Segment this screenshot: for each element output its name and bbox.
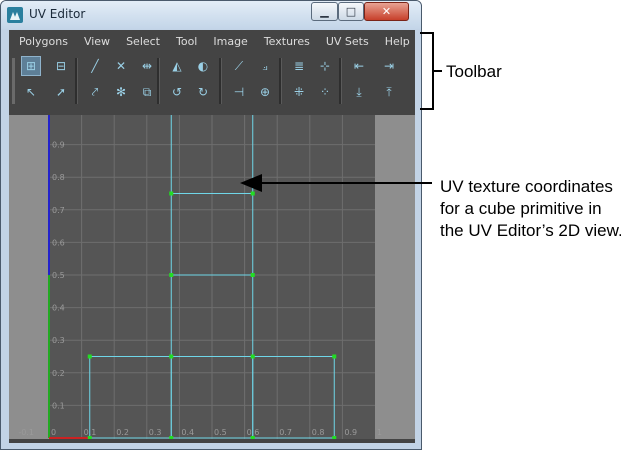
snap-u-icon[interactable]: ⊣ (229, 82, 249, 102)
toolbar-grip[interactable] (12, 58, 15, 104)
align-min-u-icon[interactable]: ⟋ (229, 56, 249, 76)
u-tick-label: 0.9 (344, 428, 357, 437)
toolbar-separator (219, 58, 222, 104)
uv-vertex (250, 354, 255, 359)
toolbar-separator (157, 58, 160, 104)
move-up-icon[interactable]: ⤒ (379, 82, 399, 102)
uv-annotation-line-2: for a cube primitive in (440, 199, 602, 218)
maximize-button[interactable]: □ (338, 2, 364, 21)
split-uv-icon[interactable]: ⇹ (137, 56, 157, 76)
u-tick-label: 0.3 (149, 428, 162, 437)
uv-vertex (87, 436, 92, 439)
uv-vertex (169, 191, 174, 196)
menu-polygons[interactable]: Polygons (9, 35, 76, 48)
menu-textures[interactable]: Textures (256, 35, 318, 48)
uv-vertex (169, 273, 174, 277)
move-right-icon[interactable]: ⇥ (379, 56, 399, 76)
select-shell-icon[interactable]: ➚ (51, 82, 71, 102)
uv-annotation: UV texture coordinates for a cube primit… (440, 176, 621, 242)
window-title: UV Editor (29, 7, 86, 21)
v-tick-label: 0.9 (52, 141, 65, 150)
uv-vertex (169, 436, 174, 439)
menu-uv-sets[interactable]: UV Sets (318, 35, 377, 48)
unfold-uv-icon[interactable]: ✻ (111, 82, 131, 102)
toolbar-separator (279, 58, 282, 104)
v-tick-label: 0.5 (52, 271, 65, 280)
uv-lattice-icon[interactable]: ⊞ (21, 56, 41, 76)
title-bar[interactable]: UV Editor ▁ □ ✕ (1, 1, 421, 29)
menu-view[interactable]: View (76, 35, 118, 48)
distribute-icon[interactable]: ⁜ (289, 82, 309, 102)
uv-vertex (250, 273, 255, 277)
uv-vertex (332, 436, 337, 439)
maya-panel: Polygons View Select Tool Image Textures… (9, 30, 415, 443)
uv-editor-window: UV Editor ▁ □ ✕ Polygons View Select Too… (0, 0, 422, 450)
menu-bar: Polygons View Select Tool Image Textures… (9, 30, 415, 52)
select-uv-icon[interactable]: ↖ (21, 82, 41, 102)
menu-select[interactable]: Select (118, 35, 168, 48)
v-tick-label: 0.7 (52, 206, 65, 215)
smooth-uv-icon[interactable]: ⤤ (85, 82, 105, 102)
cut-uv-icon[interactable]: ╱ (85, 56, 105, 76)
uv-vertex (250, 191, 255, 196)
menu-help[interactable]: Help (377, 35, 418, 48)
u-tick-label: 0.2 (116, 428, 129, 437)
u-tick-label: -0.1 (18, 428, 34, 437)
straighten-uv-icon[interactable]: ⟓ (255, 56, 275, 76)
u-tick-label: 1 (377, 428, 382, 437)
uv-2d-view[interactable]: 0.9 0.8 0.7 0.6 0.5 0.4 0.3 0.2 0.1 -0.1 0 0.1 0.2 0.… (9, 115, 415, 439)
v-tick-label: 0.2 (52, 369, 65, 378)
uv-toolbar: ⊞ ⊟ ╱ ✕ ⇹ ◭ ◐ ⟋ ⟓ ≣ ⊹ ⇤ ⇥ ↖ ➚ ⤤ ✻ ⧉ ↺ ↻ ⊣ ⊕ ⁜ ⁘ ⤓ ⤒ (9, 52, 415, 110)
v-tick-label: 0.1 (52, 401, 65, 410)
u-tick-label: 0.4 (181, 428, 194, 437)
toolbar-annotation: Toolbar (446, 62, 502, 81)
uv-smudge-icon[interactable]: ⊟ (51, 56, 71, 76)
u-tick-label: 0.5 (214, 428, 227, 437)
snap-center-icon[interactable]: ⊕ (255, 82, 275, 102)
layout-uv-icon[interactable]: ≣ (289, 56, 309, 76)
close-button[interactable]: ✕ (364, 2, 409, 21)
u-tick-label: 0.7 (279, 428, 292, 437)
rotate-cw-icon[interactable]: ↻ (193, 82, 213, 102)
annotation-arrow-line (262, 182, 432, 184)
u-tick-label: 0.8 (312, 428, 325, 437)
toolbar-separator (339, 58, 342, 104)
move-down-icon[interactable]: ⤓ (349, 82, 369, 102)
maya-app-icon (7, 7, 23, 23)
uv-annotation-line-3: the UV Editor’s 2D view. (440, 221, 621, 240)
menu-image[interactable]: Image (205, 35, 255, 48)
toolbar-bracket (420, 32, 434, 110)
normalize-uv-icon[interactable]: ⧉ (137, 82, 157, 102)
v-tick-label: 0.4 (52, 304, 65, 313)
rotate-ccw-icon[interactable]: ↺ (167, 82, 187, 102)
move-left-icon[interactable]: ⇤ (349, 56, 369, 76)
minimize-button[interactable]: ▁ (311, 2, 338, 21)
uv-annotation-line-1: UV texture coordinates (440, 177, 613, 196)
uv-vertex (250, 436, 255, 439)
uv-vertex (87, 354, 92, 359)
delete-uv-icon[interactable]: ✕ (111, 56, 131, 76)
uv-grid-canvas[interactable]: 0.90.80.70.60.50.40.30.20.1-0.1 0 0.1 0.2 0.… (9, 115, 415, 439)
uv-vertex (169, 354, 174, 359)
u-tick-label: 0 (51, 428, 56, 437)
v-tick-label: 0.6 (52, 238, 65, 247)
v-tick-label: 0.3 (52, 336, 65, 345)
grid-uv-icon[interactable]: ⊹ (315, 56, 335, 76)
flip-horizontal-icon[interactable]: ◐ (193, 56, 213, 76)
toolbar-bracket-tick (434, 70, 442, 72)
uv-vertex (332, 354, 337, 359)
menu-tool[interactable]: Tool (168, 35, 205, 48)
annotation-arrow-head (240, 174, 262, 192)
toolbar-separator (75, 58, 78, 104)
v-tick-label: 0.8 (52, 173, 65, 182)
flip-vertical-icon[interactable]: ◭ (167, 56, 187, 76)
stack-shells-icon[interactable]: ⁘ (315, 82, 335, 102)
